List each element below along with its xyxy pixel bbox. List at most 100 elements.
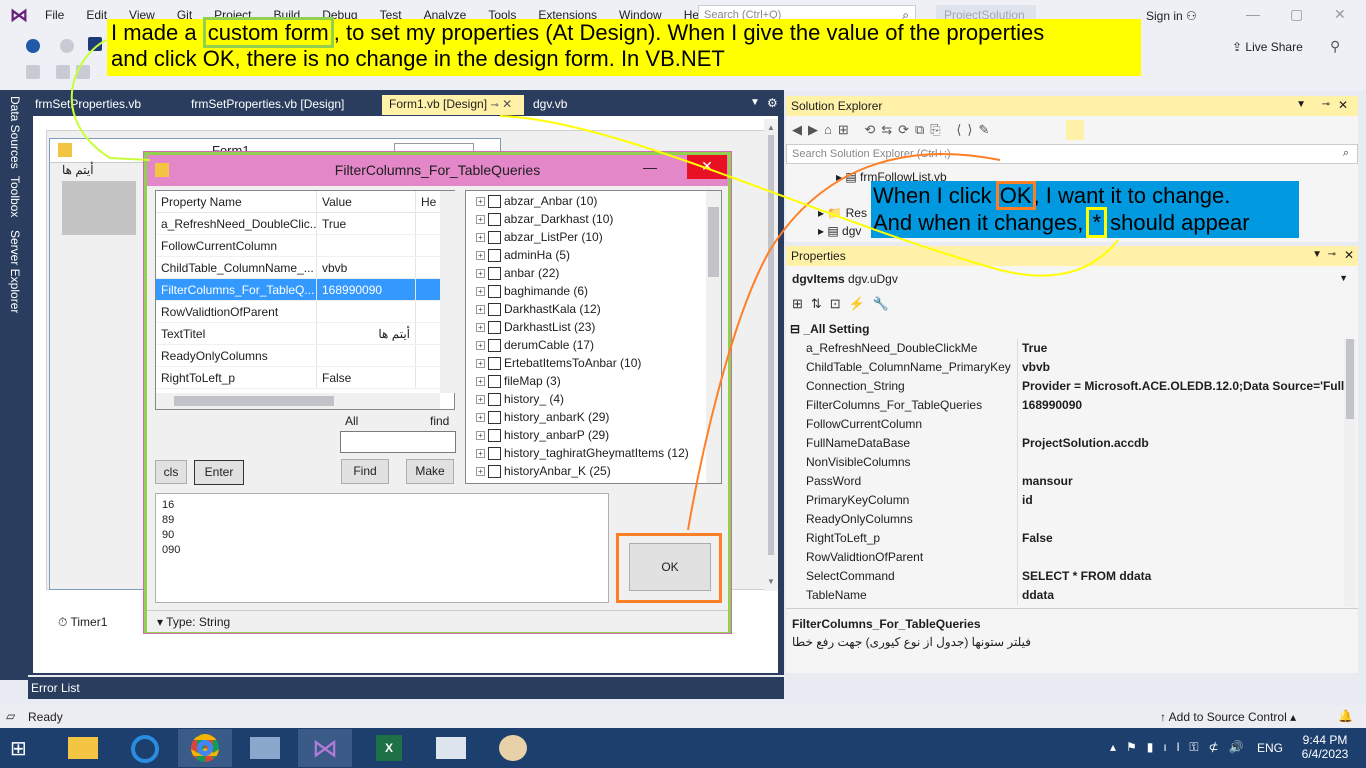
- checkbox[interactable]: [488, 302, 501, 316]
- list-item[interactable]: + abzar_ListPer (10): [466, 228, 721, 246]
- source-control-button[interactable]: ↑ Add to Source Control ▴: [1160, 710, 1296, 724]
- list-item[interactable]: + DarkhastList (23): [466, 318, 721, 336]
- chrome-icon[interactable]: [178, 729, 232, 767]
- list-item[interactable]: + DarkhastKala (12): [466, 300, 721, 318]
- visual-studio-logo-icon[interactable]: ⋈: [10, 5, 32, 25]
- checklist-scroll-thumb[interactable]: [708, 207, 719, 277]
- list-item[interactable]: + history_anbarK (29): [466, 408, 721, 426]
- solution-search-input[interactable]: Search Solution Explorer (Ctrl+;) ⌕: [786, 144, 1358, 164]
- values-textarea[interactable]: 16 89 90 090: [155, 493, 609, 603]
- tab-dgv-code[interactable]: dgv.vb: [526, 95, 606, 115]
- property-row[interactable]: ChildTable_ColumnName_PrimaryKey vbvb: [786, 358, 1344, 377]
- list-item[interactable]: + fileMap (3): [466, 372, 721, 390]
- form1-grid-control[interactable]: [62, 181, 136, 235]
- remote-desktop-icon[interactable]: [238, 729, 292, 767]
- property-row[interactable]: RowValidtionOfParent: [786, 548, 1344, 567]
- expand-icon[interactable]: +: [476, 340, 485, 350]
- panel-close-icon[interactable]: ✕: [1338, 98, 1348, 112]
- align-left-icon[interactable]: [56, 65, 70, 79]
- property-row[interactable]: FollowCurrentColumn: [786, 415, 1344, 434]
- tab-frmsetproperties-design[interactable]: frmSetProperties.vb [Design]: [184, 95, 380, 115]
- designer-vertical-scrollbar[interactable]: ▲ ▼: [764, 119, 778, 591]
- grid-hscroll-thumb[interactable]: [174, 396, 334, 406]
- collapse-icon[interactable]: ▾: [157, 615, 163, 629]
- expand-icon[interactable]: +: [476, 322, 485, 332]
- list-item[interactable]: + abzar_Anbar (10): [466, 192, 721, 210]
- clock[interactable]: 9:44 PM 6/4/2023: [1300, 733, 1350, 761]
- minimize-button[interactable]: —: [1246, 6, 1260, 22]
- expand-icon[interactable]: +: [476, 268, 485, 278]
- table-row[interactable]: RightToLeft_p False: [156, 367, 454, 389]
- maximize-button[interactable]: ▢: [1290, 6, 1303, 23]
- property-row[interactable]: RightToLeft_p False: [786, 529, 1344, 548]
- dialog-minimize-icon[interactable]: —: [643, 159, 657, 175]
- property-row[interactable]: FilterColumns_For_TableQueries 168990090: [786, 396, 1344, 415]
- grid-horizontal-scrollbar[interactable]: [156, 393, 440, 409]
- expand-icon[interactable]: +: [476, 358, 485, 368]
- checkbox[interactable]: [488, 356, 501, 370]
- solution-item[interactable]: ▸ 📁 Res: [818, 206, 867, 220]
- expand-icon[interactable]: +: [476, 232, 485, 242]
- checkbox[interactable]: [488, 428, 501, 442]
- property-row[interactable]: PrimaryKeyColumn id: [786, 491, 1344, 510]
- visual-studio-taskbar-icon[interactable]: ⋈: [298, 729, 352, 767]
- properties-object-selector[interactable]: dgvItems dgv.uDgv ▼: [792, 272, 1352, 290]
- save-icon[interactable]: [88, 37, 102, 51]
- properties-scrollbar[interactable]: [1344, 339, 1356, 607]
- list-item[interactable]: + history_taghiratGheymatItems (12): [466, 444, 721, 462]
- live-share-button[interactable]: ⇪ Live Share: [1232, 40, 1303, 54]
- header-he[interactable]: He: [416, 191, 440, 212]
- expand-icon[interactable]: +: [476, 214, 485, 224]
- checklist-scrollbar[interactable]: [706, 191, 721, 483]
- list-item[interactable]: + adminHa (5): [466, 246, 721, 264]
- panel-dropdown-icon[interactable]: ▼: [1312, 249, 1322, 260]
- windows-start-icon[interactable]: ⊞: [10, 736, 38, 760]
- checkbox[interactable]: [488, 410, 501, 424]
- table-row-selected[interactable]: FilterColumns_For_TableQ... 168990090: [156, 279, 454, 301]
- scroll-thumb[interactable]: [768, 135, 774, 555]
- list-item[interactable]: + historyAnbar_K (25): [466, 462, 721, 480]
- system-tray-icons[interactable]: ▴⚑▮ıl⚿⊄🔊: [1110, 740, 1254, 755]
- file-explorer-icon[interactable]: [56, 729, 110, 767]
- property-row[interactable]: NonVisibleColumns: [786, 453, 1344, 472]
- data-sources-tab[interactable]: Data Sources: [8, 96, 22, 169]
- list-item[interactable]: + history_ (4): [466, 390, 721, 408]
- table-row[interactable]: RowValidtionOfParent: [156, 301, 454, 323]
- sign-in-link[interactable]: Sign in ⚇: [1146, 9, 1197, 23]
- excel-icon[interactable]: X: [362, 729, 416, 767]
- close-window-button[interactable]: ✕: [1334, 6, 1346, 23]
- active-tool-icon[interactable]: [1066, 120, 1084, 140]
- expand-icon[interactable]: +: [476, 394, 485, 404]
- checkbox[interactable]: [488, 266, 501, 280]
- tab-dropdown-icon[interactable]: ▼: [750, 97, 760, 108]
- scroll-down-icon[interactable]: ▼: [767, 577, 775, 586]
- checkbox[interactable]: [488, 194, 501, 208]
- checkbox[interactable]: [488, 338, 501, 352]
- toolbox-tab[interactable]: Toolbox: [8, 176, 22, 217]
- panel-close-icon[interactable]: ✕: [1344, 248, 1354, 262]
- checkbox[interactable]: [488, 374, 501, 388]
- paint-icon[interactable]: [486, 729, 540, 767]
- checkbox[interactable]: [488, 464, 501, 478]
- enter-button[interactable]: Enter: [194, 460, 244, 485]
- table-row[interactable]: TextTitel أيتم ها: [156, 323, 454, 345]
- list-item[interactable]: + derumCable (17): [466, 336, 721, 354]
- expand-icon[interactable]: +: [476, 412, 485, 422]
- monitor-app-icon[interactable]: [424, 729, 478, 767]
- checkbox[interactable]: [488, 248, 501, 262]
- input-language[interactable]: ENG: [1257, 741, 1283, 755]
- expand-icon[interactable]: +: [476, 250, 485, 260]
- expand-icon[interactable]: +: [476, 304, 485, 314]
- toolbar-layout-icon[interactable]: [26, 65, 40, 79]
- panel-pin-icon[interactable]: ⊸: [1328, 249, 1336, 260]
- notifications-icon[interactable]: 🔔: [1338, 709, 1353, 723]
- align-center-icon[interactable]: [76, 65, 90, 79]
- solution-explorer-toolbar[interactable]: ◀▶⌂⊞ ⟲⇆⟳⧉⎘ ⟨⟩✎: [792, 122, 1092, 140]
- property-row[interactable]: Connection_String Provider = Microsoft.AC…: [786, 377, 1344, 396]
- panel-pin-icon[interactable]: ⊸: [1322, 99, 1330, 110]
- feedback-icon[interactable]: ⚲: [1330, 38, 1340, 55]
- internet-explorer-icon[interactable]: [118, 729, 172, 767]
- expand-icon[interactable]: +: [476, 430, 485, 440]
- cls-button[interactable]: cls: [155, 460, 187, 484]
- properties-scroll-thumb[interactable]: [1346, 339, 1354, 419]
